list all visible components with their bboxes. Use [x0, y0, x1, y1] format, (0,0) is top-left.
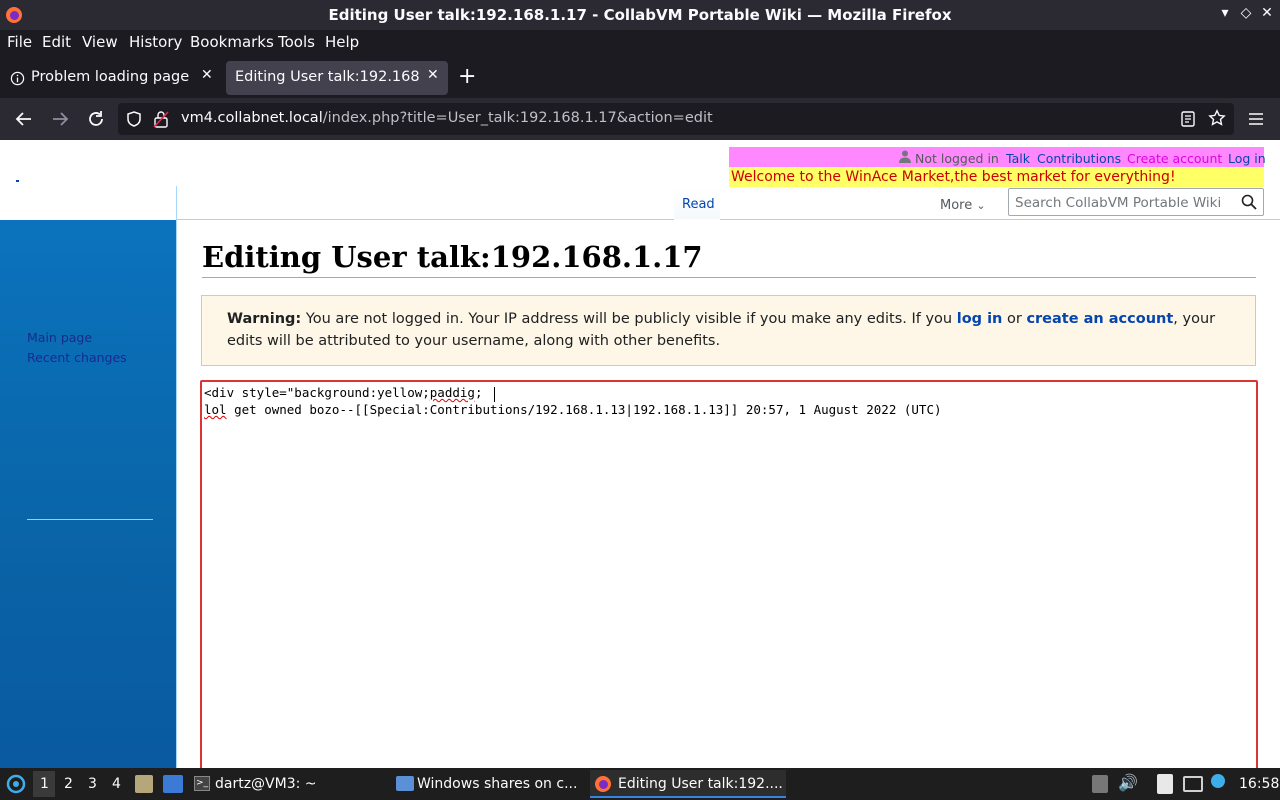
menu-view[interactable]: View [82, 33, 118, 51]
content-border [176, 186, 177, 768]
search-icon[interactable] [1241, 194, 1257, 210]
tab-bar: Problem loading page ✕ Editing User talk… [0, 58, 1280, 98]
taskbar: 1 2 3 4 >_ dartz@VM3: ~ Windows shares o… [0, 768, 1280, 800]
forward-icon[interactable] [47, 106, 73, 132]
user-icon [899, 150, 911, 163]
url-bar[interactable]: vm4.collabnet.local/index.php?title=User… [118, 103, 1234, 135]
workspace-4[interactable]: 4 [112, 776, 121, 792]
close-tab-icon[interactable]: ✕ [201, 67, 213, 83]
search-input[interactable]: Search CollabVM Portable Wiki [1008, 188, 1264, 216]
file-manager-launcher-icon[interactable] [135, 775, 153, 793]
navigation-bar: vm4.collabnet.local/index.php?title=User… [0, 98, 1280, 140]
workspace-3[interactable]: 3 [88, 776, 97, 792]
web-page: Main page Recent changes Not logged in T… [0, 140, 1280, 768]
not-logged-in-text: Not logged in [915, 151, 999, 166]
editor-text: <div style="background:yellow; [204, 385, 430, 400]
task-file-manager[interactable]: Windows shares on c... [392, 770, 587, 798]
tab-label: Problem loading page [31, 69, 190, 85]
lock-icon[interactable] [153, 110, 169, 128]
chevron-down-icon: ⌄ [976, 199, 986, 212]
task-firefox[interactable]: Editing User talk:192.... [590, 770, 786, 798]
window-titlebar: Editing User talk:192.168.1.17 - CollabV… [0, 0, 1280, 30]
warning-or: or [1002, 311, 1027, 327]
user-tools: Not logged in Talk Contributions Create … [729, 147, 1266, 167]
tab-label: Editing User talk:192.168.1.17 [235, 69, 421, 85]
talk-link[interactable]: Talk [1006, 151, 1030, 166]
wikitext-editor[interactable]: <div style="background:yellow;paddig; lo… [200, 380, 1258, 768]
notes-icon[interactable] [1157, 774, 1173, 794]
menu-history[interactable]: History [129, 33, 182, 51]
clipboard-icon[interactable] [1092, 775, 1108, 793]
site-banner: Welcome to the WinAce Market,the best ma… [729, 167, 1264, 187]
shield-icon[interactable] [125, 110, 143, 128]
header-divider [176, 219, 1280, 220]
hamburger-menu-icon[interactable] [1247, 110, 1265, 128]
log-in-link[interactable]: log in [957, 311, 1003, 327]
warning-text-1: You are not logged in. Your IP address w… [301, 311, 957, 327]
close-tab-icon[interactable]: ✕ [427, 67, 439, 83]
new-tab-icon[interactable]: + [458, 64, 476, 89]
menu-edit[interactable]: Edit [42, 33, 71, 51]
tab-editing-user-talk[interactable]: Editing User talk:192.168.1.17 ✕ [226, 61, 448, 95]
workspace-1[interactable]: 1 [40, 776, 49, 792]
create-account-link[interactable]: create an account [1026, 311, 1173, 327]
back-icon[interactable] [11, 106, 37, 132]
sidebar-separator [27, 519, 153, 520]
menu-file[interactable]: File [7, 33, 32, 51]
misspelled-word: lol [204, 402, 227, 417]
reload-icon[interactable] [83, 106, 109, 132]
task-label: Windows shares on c... [417, 776, 578, 792]
sidebar-item-main-page[interactable]: Main page [27, 330, 92, 345]
notification-icon[interactable] [1211, 774, 1225, 788]
folder-icon [396, 776, 414, 791]
url-path: /index.php?title=User_talk:192.168.1.17&… [322, 110, 713, 126]
more-menu[interactable]: More ⌄ [940, 198, 986, 213]
terminal-icon: >_ [194, 776, 210, 791]
warning-label: Warning: [227, 311, 302, 327]
misspelled-word: paddig [429, 385, 475, 400]
contributions-link[interactable]: Contributions [1037, 151, 1121, 166]
clock[interactable]: 16:58 [1239, 776, 1279, 792]
menu-help[interactable]: Help [325, 33, 359, 51]
editor-line-1: <div style="background:yellow;paddig; [204, 385, 482, 400]
window-title: Editing User talk:192.168.1.17 - CollabV… [328, 6, 952, 24]
firefox-icon [595, 776, 611, 792]
reader-view-icon[interactable] [1180, 110, 1196, 128]
volume-icon[interactable]: 🔊 [1118, 773, 1138, 792]
menu-bar: File Edit View History Bookmarks Tools H… [0, 30, 1280, 58]
task-label: Editing User talk:192.... [618, 776, 783, 792]
menu-bookmarks[interactable]: Bookmarks [190, 33, 274, 51]
more-label: More [940, 198, 973, 213]
editor-text: get owned bozo--[[Special:Contributions/… [226, 402, 942, 417]
menu-tools[interactable]: Tools [278, 33, 315, 51]
tab-read[interactable]: Read [674, 188, 720, 220]
log-in-link[interactable]: Log in [1228, 151, 1266, 166]
text-caret [494, 387, 495, 402]
tab-problem-loading[interactable]: Problem loading page ✕ [0, 61, 222, 95]
close-icon[interactable]: ✕ [1258, 5, 1276, 21]
sidebar-item-recent-changes[interactable]: Recent changes [27, 350, 127, 365]
url-text: vm4.collabnet.local/index.php?title=User… [181, 110, 713, 126]
task-label: dartz@VM3: ~ [215, 776, 317, 792]
create-account-link[interactable]: Create account [1127, 151, 1222, 166]
maximize-icon[interactable]: ◇ [1237, 5, 1255, 21]
url-host: vm4.collabnet.local [181, 110, 323, 126]
network-icon[interactable] [1183, 776, 1203, 792]
search-placeholder: Search CollabVM Portable Wiki [1015, 195, 1222, 211]
editor-text: ; [474, 385, 483, 400]
task-terminal[interactable]: >_ dartz@VM3: ~ [190, 770, 390, 798]
tab-read-label: Read [682, 197, 715, 212]
sidebar: Main page Recent changes [0, 220, 176, 768]
info-icon [10, 71, 25, 86]
minimize-icon[interactable]: ▾ [1216, 5, 1234, 21]
workspace-2[interactable]: 2 [64, 776, 73, 792]
anon-edit-warning: Warning: You are not logged in. Your IP … [201, 295, 1256, 366]
banner-text: Welcome to the WinAce Market,the best ma… [731, 169, 1176, 185]
start-menu-icon[interactable] [6, 774, 26, 794]
desktop-launcher-icon[interactable] [163, 775, 183, 793]
editor-line-2: lol get owned bozo--[[Special:Contributi… [204, 402, 942, 417]
bookmark-star-icon[interactable] [1208, 109, 1226, 127]
page-title: Editing User talk:192.168.1.17 [202, 240, 1256, 278]
logo-dot[interactable] [16, 180, 19, 182]
